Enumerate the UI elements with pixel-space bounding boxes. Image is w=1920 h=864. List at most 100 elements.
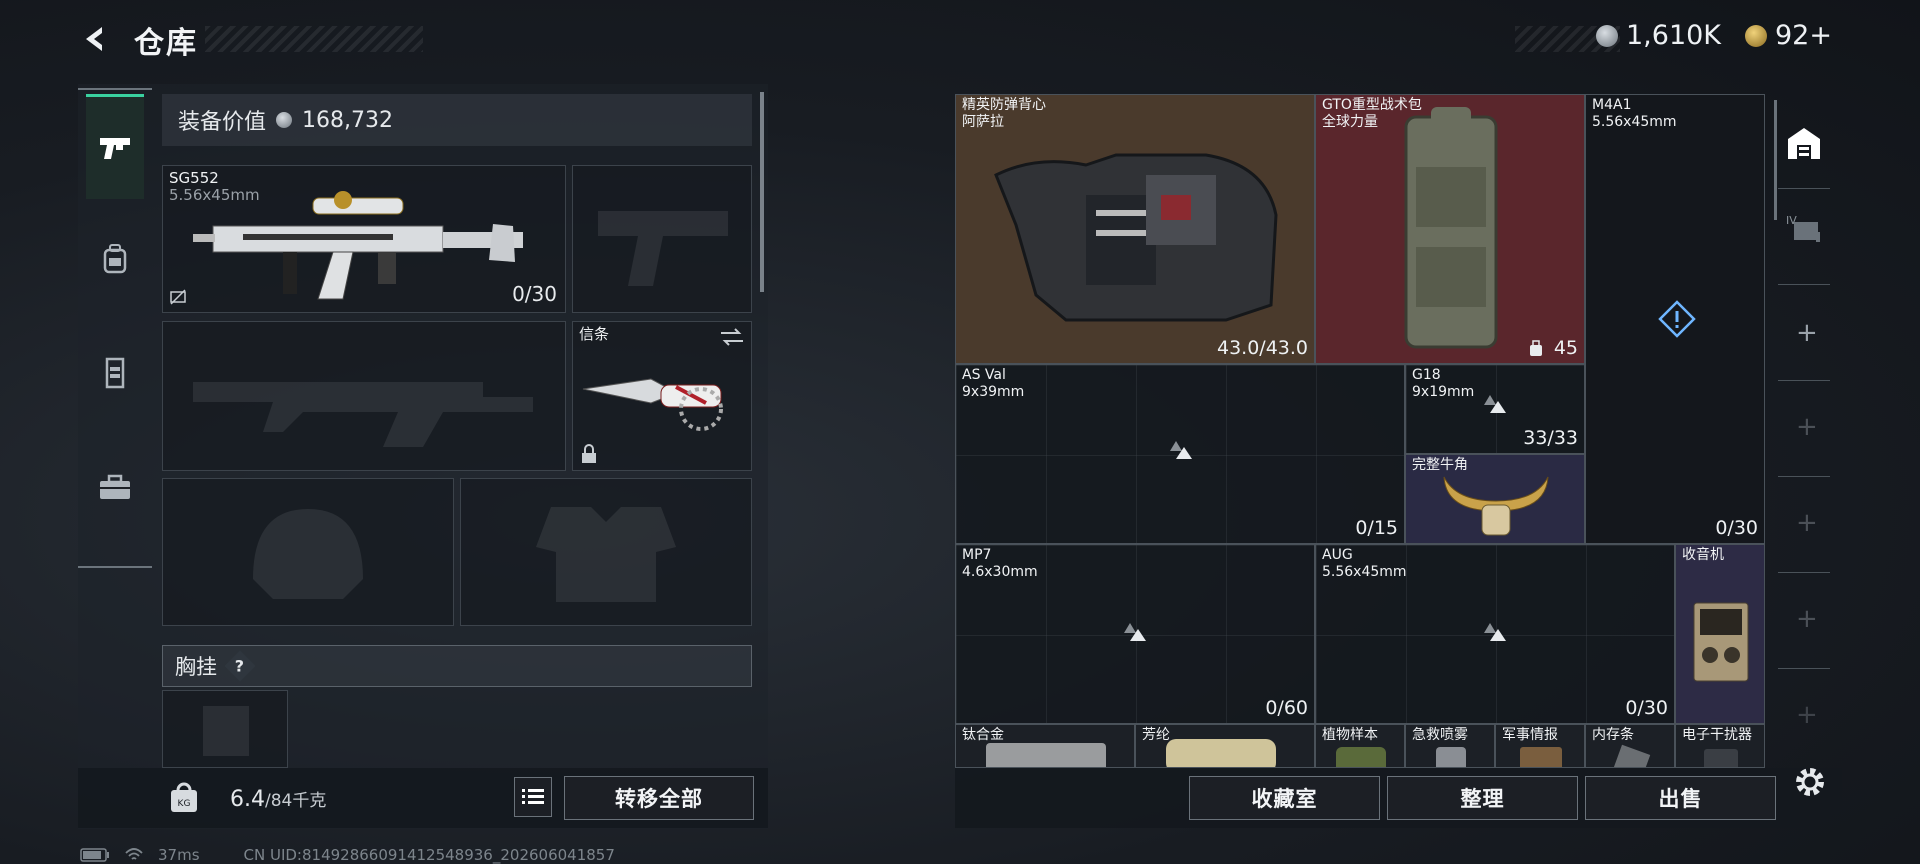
armor-slot[interactable] — [460, 478, 752, 626]
grid-item-aug[interactable]: AUG 5.56x45mm 0/30 — [1315, 544, 1675, 724]
armor-silhouette-icon — [536, 507, 676, 602]
loading-triangle-icon — [1484, 623, 1506, 641]
loading-triangle-icon — [1170, 441, 1192, 459]
currency-gold-value: 92+ — [1775, 20, 1832, 51]
mp7-ammo: 0/60 — [1265, 697, 1308, 719]
elite-vest-image — [994, 153, 1278, 322]
stash-page-main[interactable] — [1778, 100, 1830, 186]
toolbox-icon — [100, 474, 130, 499]
currency-silver[interactable]: 1,610K — [1596, 20, 1721, 51]
sort-button[interactable]: 整理 — [1387, 776, 1578, 820]
ping-value: 37ms — [158, 846, 200, 864]
sell-button[interactable]: 出售 — [1585, 776, 1776, 820]
military-intel-image — [1520, 747, 1562, 767]
secondary-weapon-slot[interactable] — [162, 321, 566, 471]
grid-item-m4a1[interactable]: M4A1 5.56x45mm 0/30 — [1585, 94, 1765, 544]
grid-item-plant-sample[interactable]: 植物样本 — [1315, 724, 1405, 768]
asval-ammo: 0/15 — [1355, 517, 1398, 539]
left-scrollbar[interactable] — [760, 92, 764, 292]
vest-icon — [105, 357, 125, 388]
transfer-all-button[interactable]: 转移全部 — [564, 776, 754, 820]
no-attachment-icon — [170, 289, 186, 305]
primary-weapon-slot[interactable]: SG552 5.56x45mm 0/30 — [162, 165, 566, 313]
credo-knife-image — [582, 378, 723, 431]
currency-gold[interactable]: 92+ — [1745, 20, 1832, 51]
list-view-button[interactable] — [514, 777, 552, 817]
tab-toolbox[interactable] — [86, 434, 144, 539]
tab-backpack[interactable] — [86, 206, 144, 311]
melee-slot[interactable]: 信条 — [572, 321, 752, 471]
carry-weight: 6.4/84千克 — [230, 786, 326, 812]
plant-sample-image — [1336, 747, 1386, 767]
aramid-name: 芳纶 — [1142, 727, 1170, 743]
mp7-name: MP7 — [962, 547, 992, 563]
add-stash-page-button[interactable]: + — [1796, 700, 1818, 730]
grid-item-memory-stick[interactable]: 内存条 — [1585, 724, 1675, 768]
grid-item-jammer[interactable]: 电子干扰器 — [1675, 724, 1765, 768]
vest-durability: 43.0/43.0 — [1216, 337, 1308, 359]
grid-item-military-intel[interactable]: 军事情报 — [1495, 724, 1585, 768]
help-icon[interactable]: ? — [224, 650, 256, 682]
m4a1-ammo: 0/30 — [1715, 517, 1758, 539]
grid-item-horn[interactable]: 完整牛角 — [1405, 454, 1585, 544]
grid-item-backpack[interactable]: GTO重型战术包 全球力量 45 — [1315, 94, 1585, 364]
rifle-silhouette-icon — [193, 382, 533, 447]
pistol-icon — [100, 138, 130, 159]
user-uid: CN UID:81492866091412548936_202606041857 — [243, 846, 615, 864]
asval-name: AS Val — [962, 367, 1006, 383]
tab-weapons[interactable] — [86, 94, 144, 199]
grid-item-titanium[interactable]: 钛合金 — [955, 724, 1135, 768]
battery-icon — [80, 848, 109, 862]
grid-item-vest[interactable]: 精英防弹背心 阿萨拉 43.0/43.0 — [955, 94, 1315, 364]
chest-rig-header: 胸挂 ? — [162, 645, 752, 687]
aug-ammo: 0/30 — [1625, 697, 1668, 719]
grid-item-aramid[interactable]: 芳纶 — [1135, 724, 1315, 768]
stash-page-iv[interactable]: IV — [1786, 212, 1822, 248]
vest-sub: 阿萨拉 — [962, 114, 1004, 130]
titanium-image — [986, 743, 1106, 767]
warning-diamond-icon — [1658, 300, 1696, 338]
silver-coin-icon — [276, 112, 293, 128]
swap-icon[interactable] — [719, 327, 745, 347]
pistol-slot[interactable] — [572, 165, 752, 313]
memory-stick-name: 内存条 — [1592, 727, 1634, 743]
melee-name: 信条 — [579, 325, 610, 343]
g18-name: G18 — [1412, 367, 1441, 383]
first-aid-spray-name: 急救喷雾 — [1412, 727, 1468, 743]
grid-item-mp7[interactable]: MP7 4.6x30mm 0/60 — [955, 544, 1315, 724]
grid-item-first-aid-spray[interactable]: 急救喷雾 — [1405, 724, 1495, 768]
status-bar: 37ms CN UID:81492866091412548936_2026060… — [80, 846, 615, 864]
first-aid-spray-image — [1436, 747, 1466, 767]
right-scrollbar[interactable] — [1774, 100, 1777, 220]
pistol-silhouette-icon — [598, 211, 728, 286]
grid-item-radio[interactable]: 收音机 — [1675, 544, 1765, 724]
sg552-rifle-image — [193, 191, 523, 300]
add-stash-page-button[interactable]: + — [1796, 412, 1818, 442]
helmet-slot[interactable] — [162, 478, 454, 626]
asval-caliber: 9x39mm — [962, 384, 1025, 400]
grid-item-g18[interactable]: G18 9x19mm 33/33 — [1405, 364, 1585, 454]
loading-triangle-icon — [1124, 623, 1146, 641]
list-icon — [522, 789, 544, 804]
wifi-icon — [125, 848, 143, 860]
header-stripe — [205, 26, 423, 52]
plant-sample-name: 植物样本 — [1322, 727, 1378, 743]
titanium-name: 钛合金 — [962, 727, 1004, 743]
equipment-value: 168,732 — [302, 107, 393, 133]
back-button[interactable] — [78, 22, 112, 56]
vest-name: 精英防弹背心 — [962, 97, 1046, 113]
add-stash-page-button[interactable]: + — [1796, 604, 1818, 634]
add-stash-page-button[interactable]: + — [1796, 318, 1818, 348]
grid-item-asval[interactable]: AS Val 9x39mm 0/15 — [955, 364, 1405, 544]
aug-name: AUG — [1322, 547, 1353, 563]
collection-room-button[interactable]: 收藏室 — [1189, 776, 1380, 820]
g18-ammo: 33/33 — [1523, 427, 1578, 449]
chest-rig-slot[interactable] — [162, 690, 288, 768]
m4a1-name: M4A1 — [1592, 97, 1632, 113]
tab-vest[interactable] — [86, 320, 144, 425]
equipment-value-label: 装备价值 — [178, 110, 267, 135]
aug-caliber: 5.56x45mm — [1322, 564, 1407, 580]
settings-gear-icon[interactable] — [1792, 764, 1828, 800]
memory-stick-image — [1611, 744, 1651, 767]
add-stash-page-button[interactable]: + — [1796, 508, 1818, 538]
